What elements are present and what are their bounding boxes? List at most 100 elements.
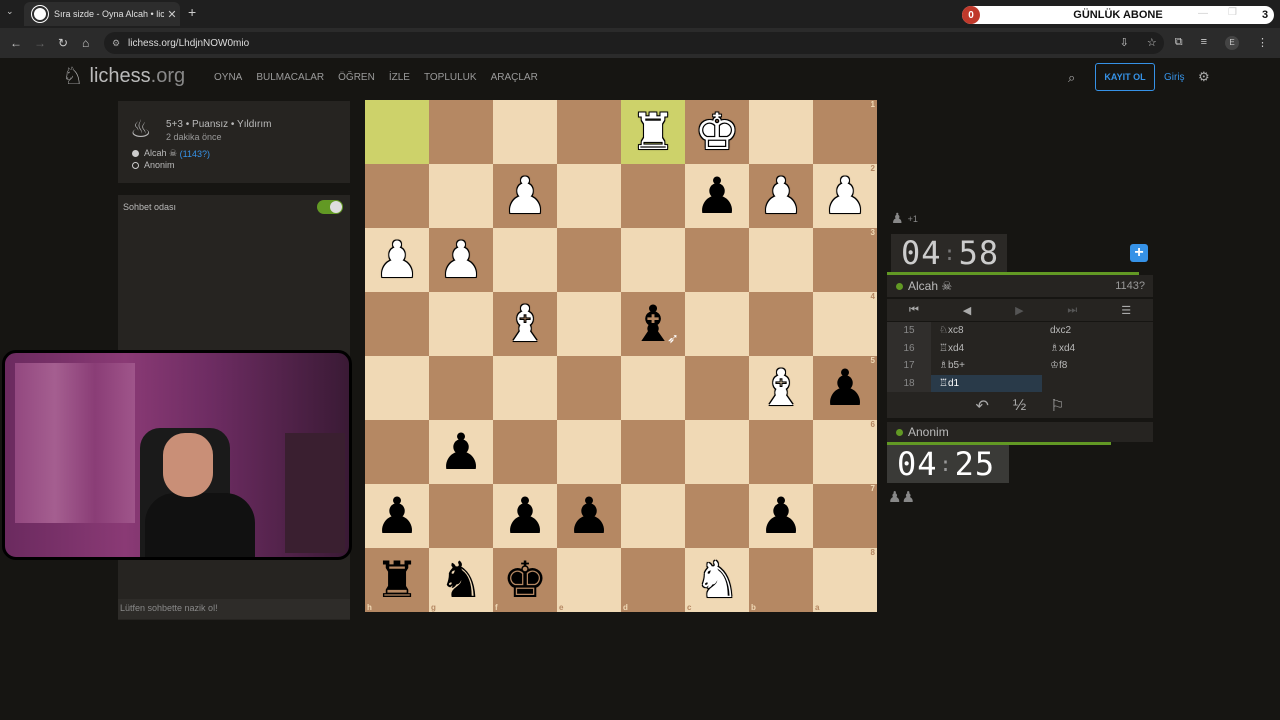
- offer-draw-button[interactable]: ½: [1013, 397, 1026, 415]
- white-pawn-icon[interactable]: ♟: [503, 171, 548, 221]
- board-square[interactable]: ♟: [429, 420, 493, 484]
- board-square[interactable]: 3: [813, 228, 877, 292]
- black-move[interactable]: ♔f8: [1042, 357, 1153, 375]
- chat-input[interactable]: Lütfen sohbette nazik ol!: [118, 599, 350, 619]
- board-square[interactable]: [365, 100, 429, 164]
- board-square[interactable]: [557, 164, 621, 228]
- black-move[interactable]: [1042, 375, 1153, 393]
- black-pawn-icon[interactable]: ♟: [823, 363, 868, 413]
- board-square[interactable]: [429, 164, 493, 228]
- black-move[interactable]: dxc2: [1042, 322, 1153, 340]
- board-square[interactable]: [493, 228, 557, 292]
- white-pawn-icon[interactable]: ♟: [759, 171, 804, 221]
- board-square[interactable]: ♟: [749, 164, 813, 228]
- board-square[interactable]: ♞ g: [429, 548, 493, 612]
- board-square[interactable]: ♟: [365, 228, 429, 292]
- nav-play[interactable]: OYNA: [214, 72, 242, 83]
- minimize-icon[interactable]: —: [1198, 8, 1208, 19]
- black-king-icon[interactable]: ♚: [503, 555, 548, 605]
- white-move[interactable]: ♘xc8: [931, 322, 1042, 340]
- login-link[interactable]: Giriş: [1164, 72, 1185, 83]
- reload-icon[interactable]: ↻: [58, 36, 68, 50]
- add-time-button[interactable]: +: [1130, 244, 1148, 262]
- extensions-icon[interactable]: ⧉: [1175, 36, 1183, 50]
- first-move-icon[interactable]: ⏮: [909, 304, 919, 317]
- white-move[interactable]: ♗b5+: [931, 357, 1042, 375]
- lichess-logo[interactable]: ♘ lichess .org: [62, 62, 185, 91]
- white-bishop-icon[interactable]: ♝: [503, 299, 548, 349]
- resign-flag-icon[interactable]: ⚐: [1050, 396, 1064, 416]
- url-field[interactable]: ⚙ lichess.org/LhdjnNOW0mio: [104, 32, 1164, 54]
- board-square[interactable]: [685, 420, 749, 484]
- board-square[interactable]: [621, 228, 685, 292]
- search-icon[interactable]: ⌕: [1068, 70, 1075, 86]
- board-square[interactable]: [621, 420, 685, 484]
- board-square[interactable]: [429, 484, 493, 548]
- white-king-icon[interactable]: ♚: [695, 107, 740, 157]
- board-square[interactable]: ♟ 2: [813, 164, 877, 228]
- board-square[interactable]: ♟: [557, 484, 621, 548]
- board-square[interactable]: [429, 356, 493, 420]
- board-square[interactable]: ♜: [621, 100, 685, 164]
- board-square[interactable]: [685, 292, 749, 356]
- board-square[interactable]: [557, 292, 621, 356]
- board-square[interactable]: [493, 100, 557, 164]
- install-app-icon[interactable]: ⇩: [1120, 36, 1129, 50]
- board-square[interactable]: [749, 420, 813, 484]
- new-tab-button[interactable]: +: [188, 4, 196, 20]
- board-square[interactable]: ♚: [685, 100, 749, 164]
- board-square[interactable]: ♚ f: [493, 548, 557, 612]
- opponent-name[interactable]: Alcah ☠: [908, 279, 952, 293]
- board-square[interactable]: [685, 484, 749, 548]
- white-bishop-icon[interactable]: ♝: [759, 363, 804, 413]
- board-square[interactable]: 4: [813, 292, 877, 356]
- chess-board[interactable]: ♜ ♚ 1 ♟ ♟ ♟ ♟ 2 ♟ ♟ 3 ♝ ♝ 4 ♝ ♟ 5 ♟ 6 ♟ ♟ ♟ ♟ 7 ♜ h ♞ g ♚ f e d ♞ c b 8 a: [365, 100, 877, 612]
- media-icon[interactable]: ≡: [1201, 36, 1207, 50]
- board-square[interactable]: [557, 356, 621, 420]
- site-info-icon[interactable]: ⚙: [112, 38, 120, 49]
- board-square[interactable]: [749, 292, 813, 356]
- board-square[interactable]: 1: [813, 100, 877, 164]
- current-move[interactable]: ♖d1: [931, 374, 1042, 392]
- nav-community[interactable]: TOPLULUK: [424, 72, 477, 83]
- signup-button[interactable]: KAYIT OL: [1095, 63, 1155, 91]
- forward-arrow-icon[interactable]: →: [34, 36, 46, 50]
- board-square[interactable]: 8a: [813, 548, 877, 612]
- settings-gear-icon[interactable]: ⚙: [1198, 69, 1210, 85]
- chat-toggle[interactable]: [317, 200, 343, 214]
- board-square[interactable]: [365, 356, 429, 420]
- tab-search-button[interactable]: ⌄: [6, 6, 14, 17]
- board-square[interactable]: 7: [813, 484, 877, 548]
- board-square[interactable]: [429, 292, 493, 356]
- black-pawn-icon[interactable]: ♟: [759, 491, 804, 541]
- board-square[interactable]: ♝: [493, 292, 557, 356]
- back-arrow-icon[interactable]: ←: [10, 36, 22, 50]
- black-rook-icon[interactable]: ♜: [375, 555, 420, 605]
- maximize-icon[interactable]: ❐: [1228, 7, 1237, 18]
- home-icon[interactable]: ⌂: [82, 36, 89, 50]
- browser-tab[interactable]: Sıra sizde - Oyna Alcah • liches ✕: [24, 2, 180, 26]
- black-knight-icon[interactable]: ♞: [439, 555, 484, 605]
- board-square[interactable]: [365, 164, 429, 228]
- board-square[interactable]: [429, 100, 493, 164]
- menu-icon[interactable]: ☰: [1121, 304, 1131, 317]
- board-square[interactable]: [621, 356, 685, 420]
- nav-puzzles[interactable]: BULMACALAR: [256, 72, 324, 83]
- bookmark-star-icon[interactable]: ☆: [1147, 36, 1157, 50]
- last-move-icon[interactable]: ⏭: [1067, 304, 1077, 317]
- white-pawn-icon[interactable]: ♟: [375, 235, 420, 285]
- board-square[interactable]: ♟: [749, 484, 813, 548]
- board-square[interactable]: ♟: [493, 164, 557, 228]
- board-square[interactable]: ♟: [429, 228, 493, 292]
- board-square[interactable]: b: [749, 548, 813, 612]
- board-square[interactable]: ♞ c: [685, 548, 749, 612]
- board-square[interactable]: [749, 228, 813, 292]
- board-square[interactable]: [685, 228, 749, 292]
- board-square[interactable]: 6: [813, 420, 877, 484]
- black-pawn-icon[interactable]: ♟: [695, 171, 740, 221]
- black-pawn-icon[interactable]: ♟: [567, 491, 612, 541]
- white-player-name[interactable]: Alcah ☠: [144, 148, 177, 159]
- takeback-icon[interactable]: ↶: [975, 396, 988, 416]
- nav-learn[interactable]: ÖĞREN: [338, 72, 375, 83]
- white-move[interactable]: ♖xd4: [931, 340, 1042, 358]
